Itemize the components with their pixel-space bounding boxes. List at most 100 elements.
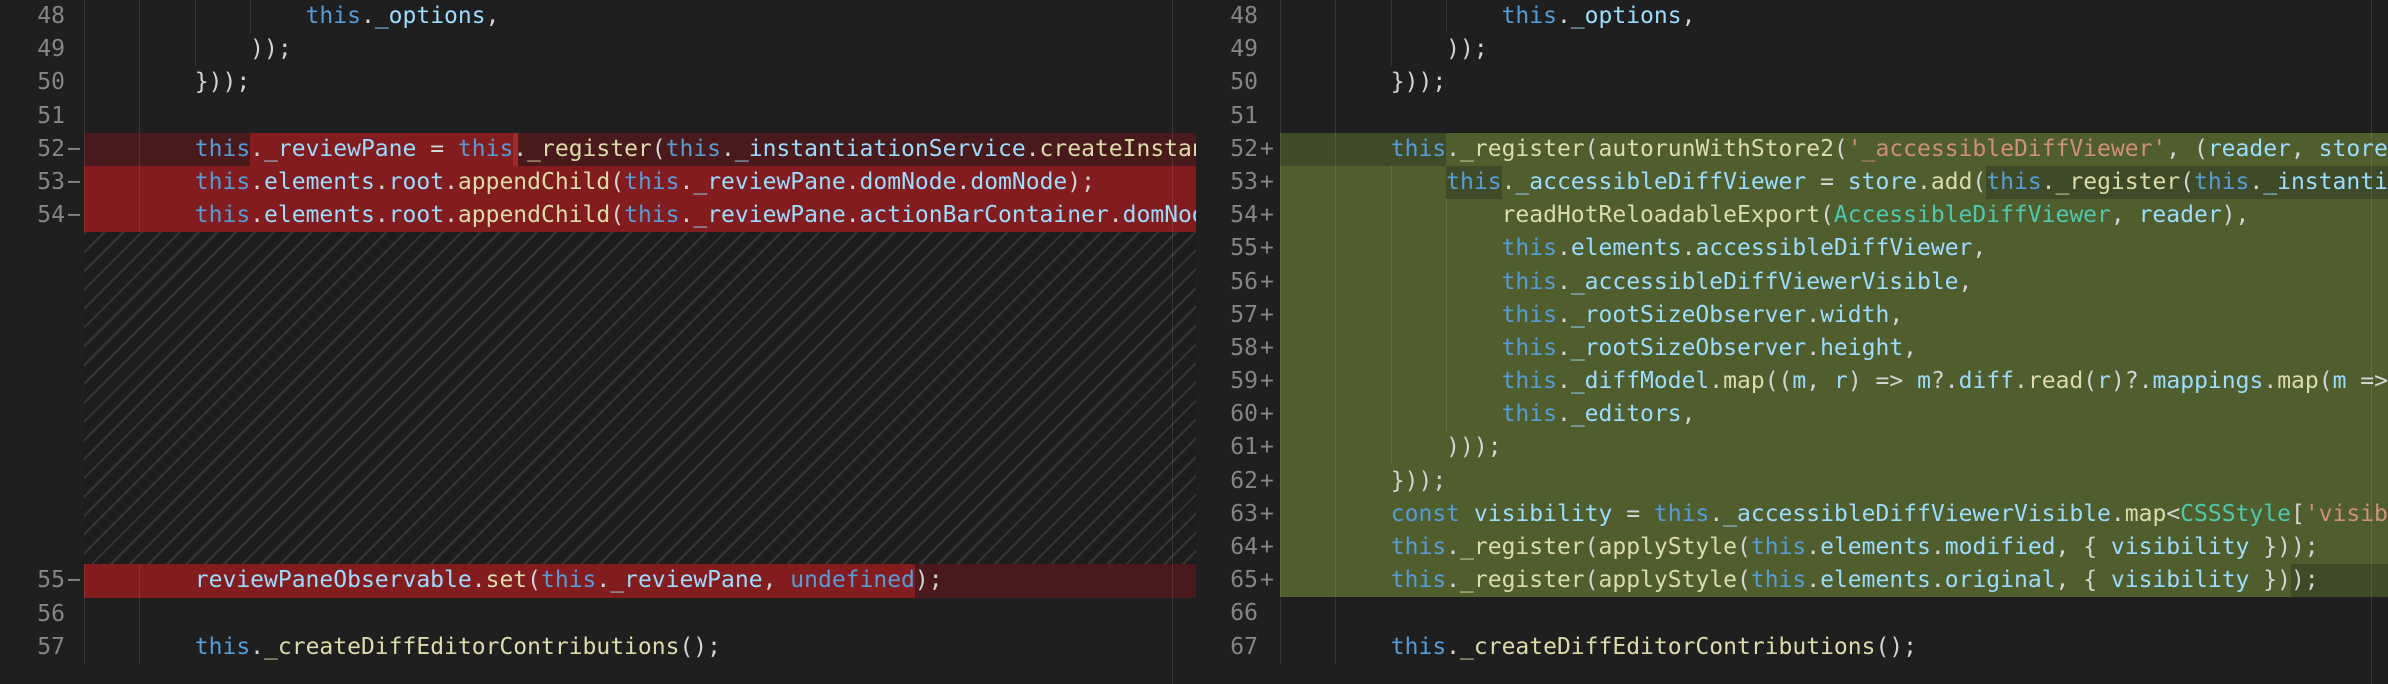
line-number[interactable]: 65 bbox=[1196, 564, 1258, 597]
line-number[interactable]: 56 bbox=[1196, 266, 1258, 299]
code-line-content[interactable]: this._rootSizeObserver.width, bbox=[1280, 299, 2388, 332]
code-line: 61+ ))); bbox=[1196, 431, 2388, 464]
original-editor-pane[interactable]: 48 this._options,49 ));50 }));5152− this… bbox=[0, 0, 1196, 684]
code-line-content[interactable]: ))); bbox=[1280, 431, 2388, 464]
diff-marker: − bbox=[65, 133, 84, 166]
indent-guide bbox=[84, 598, 85, 631]
code-line-content[interactable]: })); bbox=[1280, 465, 2388, 498]
indent-guide bbox=[1280, 597, 1281, 630]
line-number[interactable]: 59 bbox=[1196, 365, 1258, 398]
code-line-content[interactable]: })); bbox=[84, 66, 1196, 99]
code-line-content[interactable]: this._createDiffEditorContributions(); bbox=[1280, 631, 2388, 664]
line-number[interactable]: 58 bbox=[1196, 332, 1258, 365]
code-line: 55− reviewPaneObservable.set(this._revie… bbox=[0, 564, 1196, 597]
modified-editor-pane[interactable]: 48 this._options,49 ));50 }));5152+ this… bbox=[1196, 0, 2388, 684]
diff-filler-hatch bbox=[84, 232, 1196, 564]
line-number[interactable]: 57 bbox=[0, 631, 65, 664]
diff-marker: + bbox=[1258, 232, 1280, 265]
code-line-content[interactable]: this._editors, bbox=[1280, 398, 2388, 431]
code-line: 50 })); bbox=[0, 66, 1196, 99]
line-number[interactable]: 52 bbox=[1196, 133, 1258, 166]
code-text: this._accessibleDiffViewer = store.add(t… bbox=[1280, 166, 2388, 199]
diff-marker: + bbox=[1258, 498, 1280, 531]
code-text: this._createDiffEditorContributions(); bbox=[84, 631, 1196, 664]
code-text: ))); bbox=[1280, 431, 2388, 464]
line-number[interactable]: 51 bbox=[1196, 100, 1258, 133]
code-text: reviewPaneObservable.set(this._reviewPan… bbox=[84, 564, 1196, 597]
diff-marker bbox=[1258, 0, 1280, 33]
line-number[interactable]: 67 bbox=[1196, 631, 1258, 664]
diff-marker: + bbox=[1258, 166, 1280, 199]
code-line-content[interactable] bbox=[84, 598, 1196, 631]
code-line-content[interactable]: this.elements.root.appendChild(this._rev… bbox=[84, 166, 1196, 199]
diff-marker: + bbox=[1258, 266, 1280, 299]
code-line-content[interactable]: reviewPaneObservable.set(this._reviewPan… bbox=[84, 564, 1196, 597]
line-number[interactable]: 66 bbox=[1196, 597, 1258, 630]
code-line: 54+ readHotReloadableExport(AccessibleDi… bbox=[1196, 199, 2388, 232]
code-text: })); bbox=[84, 66, 1196, 99]
code-line-content[interactable]: )); bbox=[84, 33, 1196, 66]
diff-marker bbox=[65, 631, 84, 664]
line-number[interactable]: 57 bbox=[1196, 299, 1258, 332]
code-line-content[interactable]: this._options, bbox=[1280, 0, 2388, 33]
line-number[interactable]: 54 bbox=[0, 199, 65, 232]
code-line-content[interactable]: this._register(applyStyle(this.elements.… bbox=[1280, 531, 2388, 564]
code-line-content[interactable]: this._accessibleDiffViewer = store.add(t… bbox=[1280, 166, 2388, 199]
code-line: 53− this.elements.root.appendChild(this.… bbox=[0, 166, 1196, 199]
code-line-content[interactable] bbox=[84, 100, 1196, 133]
code-line: 52+ this._register(autorunWithStore2('_a… bbox=[1196, 133, 2388, 166]
diff-marker: + bbox=[1258, 332, 1280, 365]
diff-marker bbox=[1258, 66, 1280, 99]
code-text: this._rootSizeObserver.height, bbox=[1280, 332, 2388, 365]
line-number[interactable]: 61 bbox=[1196, 431, 1258, 464]
line-number[interactable]: 63 bbox=[1196, 498, 1258, 531]
code-line: 65+ this._register(applyStyle(this.eleme… bbox=[1196, 564, 2388, 597]
line-number[interactable]: 48 bbox=[1196, 0, 1258, 33]
code-text: const visibility = this._accessibleDiffV… bbox=[1280, 498, 2388, 531]
line-number[interactable]: 53 bbox=[0, 166, 65, 199]
code-line-content[interactable]: this._diffModel.map((m, r) => m?.diff.re… bbox=[1280, 365, 2388, 398]
line-number[interactable]: 48 bbox=[0, 0, 65, 33]
code-line-content[interactable]: )); bbox=[1280, 33, 2388, 66]
code-line-content[interactable]: this._reviewPane = this._register(this._… bbox=[84, 133, 1196, 166]
line-number[interactable]: 52 bbox=[0, 133, 65, 166]
code-text: )); bbox=[1280, 33, 2388, 66]
diff-marker: + bbox=[1258, 398, 1280, 431]
code-line-content[interactable]: this._options, bbox=[84, 0, 1196, 33]
diff-marker bbox=[65, 33, 84, 66]
code-line-content[interactable]: const visibility = this._accessibleDiffV… bbox=[1280, 498, 2388, 531]
code-line: 49 )); bbox=[0, 33, 1196, 66]
code-text: this._diffModel.map((m, r) => m?.diff.re… bbox=[1280, 365, 2388, 398]
line-number[interactable]: 50 bbox=[1196, 66, 1258, 99]
code-line-content[interactable]: this.elements.root.appendChild(this._rev… bbox=[84, 199, 1196, 232]
line-number[interactable]: 56 bbox=[0, 598, 65, 631]
code-line-content[interactable]: readHotReloadableExport(AccessibleDiffVi… bbox=[1280, 199, 2388, 232]
line-number[interactable]: 53 bbox=[1196, 166, 1258, 199]
code-line-content[interactable]: this.elements.accessibleDiffViewer, bbox=[1280, 232, 2388, 265]
line-number[interactable]: 49 bbox=[0, 33, 65, 66]
line-number[interactable]: 64 bbox=[1196, 531, 1258, 564]
diff-marker: + bbox=[1258, 299, 1280, 332]
code-line-content[interactable]: this._createDiffEditorContributions(); bbox=[84, 631, 1196, 664]
line-number[interactable]: 50 bbox=[0, 66, 65, 99]
diff-marker bbox=[1258, 631, 1280, 664]
code-line-content[interactable]: this._rootSizeObserver.height, bbox=[1280, 332, 2388, 365]
code-line-content[interactable]: this._accessibleDiffViewerVisible, bbox=[1280, 266, 2388, 299]
line-number[interactable]: 55 bbox=[0, 564, 65, 597]
diff-marker bbox=[65, 66, 84, 99]
line-number[interactable]: 49 bbox=[1196, 33, 1258, 66]
code-line-content[interactable] bbox=[1280, 597, 2388, 630]
line-number[interactable]: 60 bbox=[1196, 398, 1258, 431]
line-number[interactable]: 51 bbox=[0, 100, 65, 133]
diff-marker bbox=[65, 598, 84, 631]
code-line-content[interactable]: this._register(autorunWithStore2('_acces… bbox=[1280, 133, 2388, 166]
code-line: 52− this._reviewPane = this._register(th… bbox=[0, 133, 1196, 166]
indent-guide bbox=[139, 598, 140, 631]
code-line-content[interactable] bbox=[1280, 100, 2388, 133]
line-number[interactable]: 55 bbox=[1196, 232, 1258, 265]
code-line-content[interactable]: })); bbox=[1280, 66, 2388, 99]
line-number[interactable]: 62 bbox=[1196, 465, 1258, 498]
code-line: 49 )); bbox=[1196, 33, 2388, 66]
line-number[interactable]: 54 bbox=[1196, 199, 1258, 232]
code-line-content[interactable]: this._register(applyStyle(this.elements.… bbox=[1280, 564, 2388, 597]
